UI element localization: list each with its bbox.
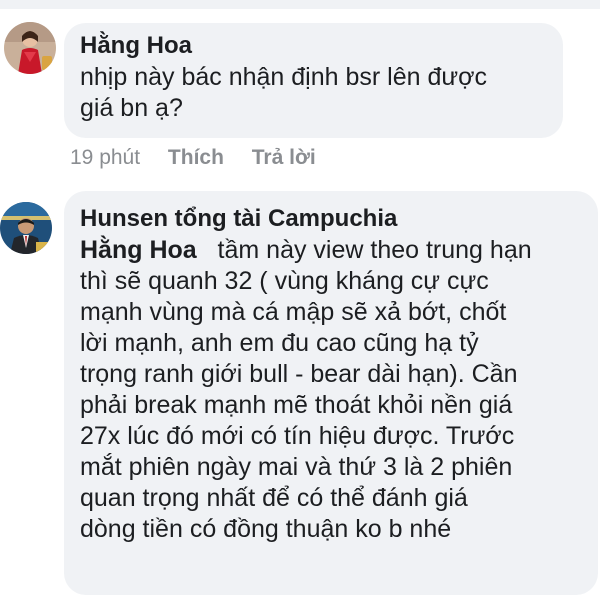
comment-text-line: mắt phiên ngày mai và thứ 3 là 2 phiên <box>80 453 513 481</box>
comment-timestamp[interactable]: 19 phút <box>70 146 140 169</box>
comment-text-segment: tầm này view theo trung hạn <box>217 236 532 264</box>
comment-meta: 19 phút Thích Trả lời <box>70 146 316 170</box>
comment-text-line: lời mạnh, anh em đu cao cũng hạ tỷ <box>80 329 479 357</box>
mention-link[interactable]: Hằng Hoa <box>80 236 197 264</box>
comment-author[interactable]: Hằng Hoa <box>80 32 563 60</box>
comment-text-line: mạnh vùng mà cá mập sẽ xả bớt, chốt <box>80 298 507 326</box>
comment-text-line: dòng tiền có đồng thuận ko b nhé <box>80 515 452 543</box>
comment-text: nhịp này bác nhận định bsr lên được giá … <box>80 62 563 124</box>
comment-text-line: Hằng Hoa tầm này view theo trung hạn <box>80 235 598 266</box>
comment-thread: Hằng Hoa nhịp này bác nhận định bsr lên … <box>0 0 600 600</box>
comment-text-line: nhịp này bác nhận định bsr lên được <box>80 63 488 91</box>
comment-text-line: quan trọng nhất để có thể đánh giá <box>80 484 468 512</box>
comment-text: Hằng Hoa tầm này view theo trung hạn thì… <box>80 235 598 545</box>
like-button[interactable]: Thích <box>168 146 224 169</box>
user-avatar-man-suit-icon[interactable] <box>0 202 52 254</box>
user-avatar-red-dress-icon[interactable] <box>4 22 56 74</box>
comment-author[interactable]: Hunsen tổng tài Campuchia <box>80 205 598 233</box>
reply-button[interactable]: Trả lời <box>252 146 316 169</box>
comment-text-line: trọng ranh giới bull - bear dài hạn). Cầ… <box>80 360 518 388</box>
comment-bubble: Hunsen tổng tài Campuchia Hằng Hoa tầm n… <box>64 191 598 595</box>
divider <box>0 0 600 9</box>
comment-text-line: 27x lúc đó mới có tín hiệu được. Trước <box>80 422 515 450</box>
comment-text-line: giá bn ạ? <box>80 94 183 122</box>
comment-text-line: thì sẽ quanh 32 ( vùng kháng cự cực <box>80 267 489 295</box>
comment-text-line: phải break mạnh mẽ thoát khỏi nền giá <box>80 391 513 419</box>
comment-bubble: Hằng Hoa nhịp này bác nhận định bsr lên … <box>64 23 563 138</box>
